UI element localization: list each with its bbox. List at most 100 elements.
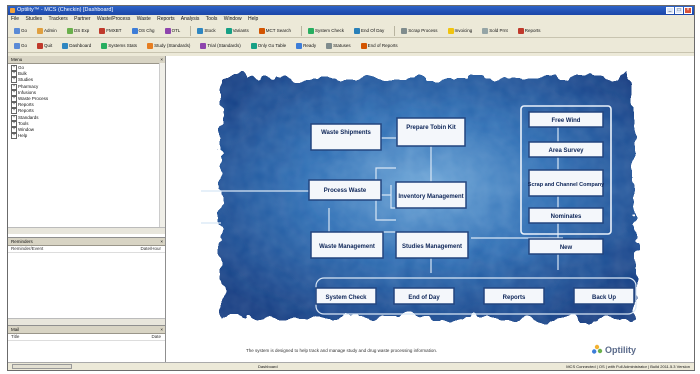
- menu-analysis[interactable]: Analysis: [181, 16, 200, 22]
- vertical-scrollbar[interactable]: [159, 63, 165, 227]
- go-icon: [14, 27, 20, 34]
- app-window: Optility™ - MCS (Checkin) [Dashboard] _ …: [7, 5, 695, 371]
- toolbar-button[interactable]: Ready: [293, 39, 319, 52]
- toolbar-button[interactable]: Systems Stats: [98, 39, 140, 52]
- status-right: MCS Connected | OS | with Full Administr…: [566, 364, 690, 369]
- logo-text: Optility: [605, 345, 636, 355]
- toolbar-button[interactable]: MCT Search: [256, 24, 294, 37]
- toolbar-button[interactable]: Trial (Standards): [197, 39, 243, 52]
- close-icon[interactable]: ×: [160, 326, 163, 333]
- status-icon: [326, 42, 333, 49]
- flow-node-nominates[interactable]: Nominates: [528, 207, 604, 224]
- flow-node-scrap-channel-company[interactable]: Scrap and Channel Company: [528, 169, 605, 197]
- expand-icon[interactable]: +: [11, 120, 17, 127]
- invoice-icon: [447, 27, 454, 34]
- toolbar-button[interactable]: End of Reports: [358, 39, 401, 52]
- menu-tools[interactable]: Tools: [206, 16, 218, 22]
- flow-node-process-waste[interactable]: Process Waste: [308, 179, 382, 201]
- toolbar-button[interactable]: Dashboard: [59, 39, 94, 52]
- flow-node-studies-management[interactable]: Studies Management: [395, 231, 469, 259]
- expand-icon[interactable]: +: [11, 102, 17, 109]
- toolbar-secondary: Go Quit Dashboard Systems Stats Study (S…: [8, 39, 694, 53]
- flow-node-label: Nominates: [551, 214, 582, 220]
- menu-waste[interactable]: Waste: [137, 16, 151, 22]
- expand-icon[interactable]: +: [11, 95, 17, 102]
- toolbar-button[interactable]: Reports: [515, 24, 544, 37]
- toolbar-button[interactable]: Invoicing: [445, 24, 476, 37]
- toolbar-button[interactable]: OTL: [162, 24, 184, 37]
- menu-trackers[interactable]: Trackers: [48, 16, 67, 22]
- menu-waste-process[interactable]: Waste/Process: [97, 16, 130, 22]
- toolbar-button[interactable]: Sold Prnt: [479, 24, 511, 37]
- flow-node-new[interactable]: New: [528, 238, 604, 255]
- print-icon: [482, 27, 489, 34]
- expand-icon[interactable]: +: [11, 65, 17, 71]
- flow-node-reports[interactable]: Reports: [483, 287, 545, 305]
- menu-partner[interactable]: Partner: [74, 16, 90, 22]
- menu-bar: File Studies Trackers Partner Waste/Proc…: [8, 15, 694, 23]
- flow-node-inventory-management[interactable]: Inventory Management: [395, 181, 467, 209]
- flow-node-label: Inventory Management: [398, 194, 463, 200]
- flow-node-prepare-tobin-kit[interactable]: Prepare Tobin Kit: [396, 117, 466, 147]
- toolbar-button[interactable]: Stock: [194, 24, 218, 37]
- toolbar-button[interactable]: FMXBT: [96, 24, 124, 37]
- toolbar-button[interactable]: Study (Standards): [144, 39, 193, 52]
- close-icon[interactable]: ×: [160, 56, 163, 63]
- toolbar-button[interactable]: Quit: [34, 39, 55, 52]
- close-button[interactable]: ×: [684, 7, 692, 14]
- menu-pane: Menu × + Go + Bulk + Studies + Pharmacy + Infu…: [8, 56, 165, 234]
- flow-node-waste-shipments[interactable]: Waste Shipments: [310, 123, 382, 151]
- toolbar-button[interactable]: Scrap Process: [398, 24, 440, 37]
- toolbar-button[interactable]: System Check: [305, 24, 347, 37]
- close-icon[interactable]: ×: [160, 238, 163, 245]
- expand-icon[interactable]: +: [11, 108, 17, 115]
- toolbar-button[interactable]: Go: [11, 24, 30, 37]
- menu-window[interactable]: Window: [224, 16, 242, 22]
- toolbar-button[interactable]: End Of Day: [351, 24, 387, 37]
- process-icon: [401, 27, 408, 34]
- variants-icon: [225, 27, 232, 34]
- mail-pane-header: Mail ×: [8, 326, 165, 334]
- toolbar-button[interactable]: OS Chg: [129, 24, 158, 37]
- flow-node-area-survey[interactable]: Area Survey: [528, 141, 604, 158]
- menu-help[interactable]: Help: [248, 16, 258, 22]
- expand-icon[interactable]: +: [11, 77, 17, 84]
- toolbar-button[interactable]: Admin: [34, 24, 60, 37]
- expand-icon[interactable]: +: [11, 133, 17, 140]
- flow-node-end-of-day[interactable]: End of Day: [393, 287, 455, 305]
- trial-icon: [200, 42, 207, 49]
- optility-logo: Optility: [591, 344, 636, 356]
- toolbar-button[interactable]: OS Exp: [64, 24, 93, 37]
- flow-node-system-check[interactable]: System Check: [315, 287, 377, 305]
- quit-icon: [37, 42, 44, 49]
- table-icon: [250, 42, 257, 49]
- go-icon: [14, 42, 20, 49]
- menu-reports[interactable]: Reports: [157, 16, 175, 22]
- expand-icon[interactable]: +: [11, 83, 17, 90]
- flow-node-back-up[interactable]: Back Up: [573, 287, 635, 305]
- stats-icon: [101, 42, 108, 49]
- toolbar-separator: [190, 25, 192, 36]
- expand-icon[interactable]: +: [11, 114, 17, 121]
- horizontal-scrollbar[interactable]: [8, 227, 165, 234]
- toolbar-main: Go Admin OS Exp FMXBT OS Chg OTL Stock V…: [8, 24, 694, 38]
- tree-item[interactable]: + Help: [11, 133, 165, 140]
- left-pane: Menu × + Go + Bulk + Studies + Pharmacy + Infu…: [8, 56, 166, 363]
- toolbar-button[interactable]: Only Go Table: [248, 39, 289, 52]
- maximize-button[interactable]: □: [675, 7, 683, 14]
- flow-node-free-wind[interactable]: Free Wind: [528, 111, 604, 128]
- flow-node-label: Scrap and Channel Company: [528, 182, 605, 188]
- flow-node-waste-management[interactable]: Waste Management: [310, 231, 384, 259]
- document-icon: [99, 27, 106, 34]
- expand-icon[interactable]: +: [11, 126, 17, 133]
- horizontal-scrollbar[interactable]: [8, 318, 165, 325]
- minimize-button[interactable]: _: [666, 7, 674, 14]
- expand-icon[interactable]: +: [11, 71, 17, 78]
- check-icon: [307, 27, 314, 34]
- toolbar-button[interactable]: Variants: [223, 24, 252, 37]
- expand-icon[interactable]: +: [11, 89, 17, 96]
- toolbar-button[interactable]: Go: [11, 39, 30, 52]
- menu-studies[interactable]: Studies: [25, 16, 42, 22]
- menu-file[interactable]: File: [11, 16, 19, 22]
- toolbar-button[interactable]: Statuses: [323, 39, 354, 52]
